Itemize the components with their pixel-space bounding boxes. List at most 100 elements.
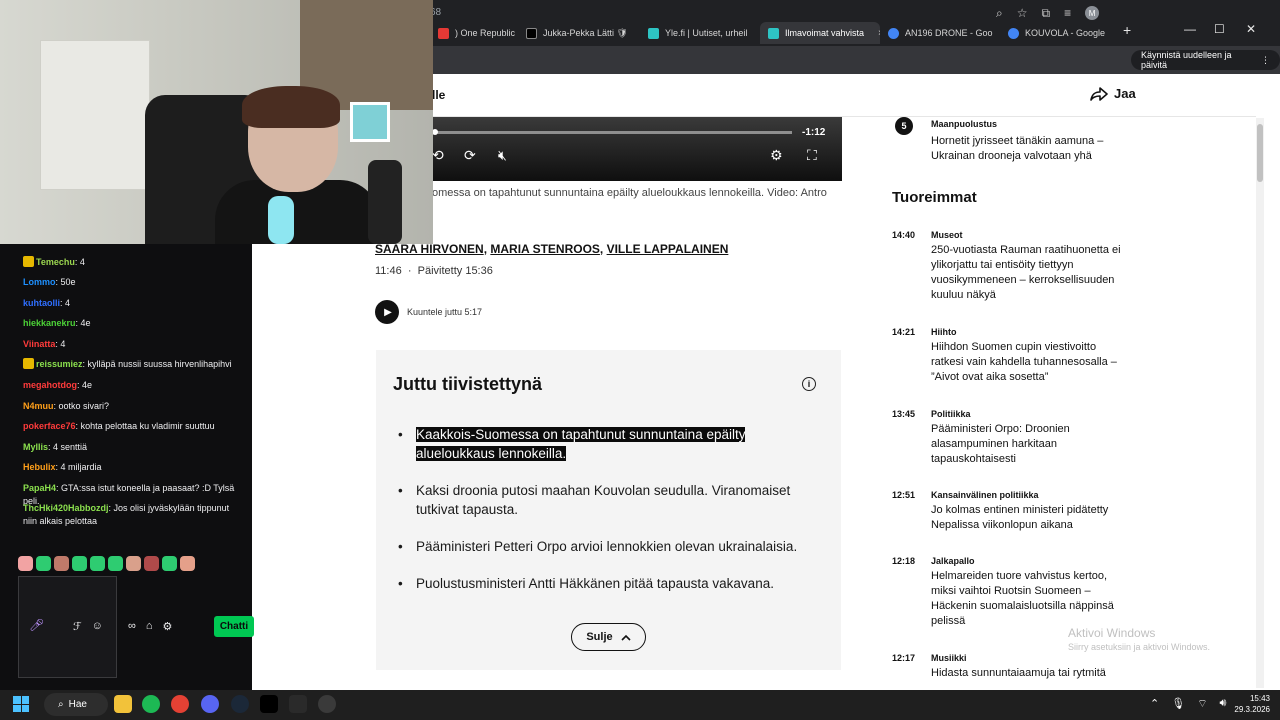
browser-tab[interactable]: KOUVOLA - Google × (1000, 22, 1118, 44)
tray-mic-icon[interactable]: 🎙︎ (1171, 697, 1185, 711)
chat-username[interactable]: N4muu (23, 401, 54, 411)
tab-title: Yle.fi | Uutiset, urheil (665, 28, 748, 38)
chat-username[interactable]: pokerface76 (23, 421, 76, 431)
windows-start-icon[interactable] (13, 696, 29, 712)
chat-username[interactable]: megahotdog (23, 380, 77, 390)
chat-username[interactable]: hiekkanekru (23, 318, 76, 328)
author-link[interactable]: SAARA HIRVONEN (375, 242, 484, 256)
chat-settings-icon[interactable]: ⚙ (163, 620, 173, 633)
clock-date: 29.3.2026 (1234, 705, 1270, 714)
chat-message: hiekkanekru: 4e (23, 317, 243, 330)
store-icon[interactable]: ⌂ (146, 620, 153, 633)
chat-message: pokerface76: kohta pelottaa ku vladimir … (23, 420, 243, 433)
x-app-icon[interactable] (260, 695, 278, 713)
maximize-button[interactable]: ☐ (1214, 22, 1225, 36)
chat-username[interactable]: Lommo (23, 277, 56, 287)
author-link[interactable]: MARIA STENROOS (490, 242, 600, 256)
emote-icon[interactable] (36, 556, 51, 571)
new-tab-button[interactable]: + (1123, 22, 1131, 38)
rl-app-icon[interactable] (289, 695, 307, 713)
steam-icon[interactable] (231, 695, 249, 713)
chat-username[interactable]: PapaH4 (23, 483, 56, 493)
emote-icon[interactable] (126, 556, 141, 571)
emote-icon[interactable] (108, 556, 123, 571)
author-link[interactable]: VILLE LAPPALAINEN (607, 242, 729, 256)
author-byline: SAARA HIRVONEN, MARIA STENROOS, VILLE LA… (375, 242, 728, 256)
chat-username[interactable]: reissumiez (36, 359, 83, 369)
taskbar-clock[interactable]: 15:43 29.3.2026 (1230, 693, 1270, 715)
chat-username[interactable]: kuhtaolli (23, 298, 60, 308)
news-category: Hiihto (931, 327, 957, 337)
extensions-icon[interactable]: ⧉ (1042, 6, 1051, 21)
zoom-icon[interactable]: ⌕ (996, 6, 1003, 21)
rewind-10-icon[interactable]: ⟲ (432, 147, 444, 164)
page-scrollbar-thumb[interactable] (1257, 124, 1263, 182)
obs-icon[interactable] (318, 695, 336, 713)
forward-10-icon[interactable]: ⟳ (464, 147, 476, 164)
volume-icon[interactable]: 🔊︎ (1220, 697, 1227, 711)
file-explorer-icon[interactable] (114, 695, 132, 713)
video-progress-bar[interactable] (434, 131, 792, 134)
summary-item: Puolustusministeri Antti Häkkänen pitää … (398, 574, 828, 593)
tab-close-icon[interactable]: × (870, 28, 880, 39)
chat-text: ootko sivari? (58, 401, 110, 411)
chrome-icon[interactable] (171, 695, 189, 713)
search-icon: ⌕ (58, 699, 64, 710)
emote-icon[interactable] (180, 556, 195, 571)
media-controls-icon[interactable]: ≡ (1064, 6, 1071, 21)
tab-close-icon[interactable]: × (634, 28, 638, 39)
tab-favicon-icon (648, 27, 659, 39)
translate-icon[interactable]: ℱ (73, 620, 82, 633)
close-window-button[interactable]: ✕ (1246, 22, 1256, 36)
browser-tab[interactable]: Yle.fi | Uutiset, urheil × (640, 22, 760, 44)
listen-button[interactable]: ▶ Kuuntele juttu 5:17 (375, 300, 482, 324)
chat-username[interactable]: Myllis (23, 442, 48, 452)
restart-update-button[interactable]: Käynnistä uudelleen ja päivitä ⋮ (1131, 50, 1280, 70)
chat-username[interactable]: ThcHki420Habbozdj (23, 503, 109, 513)
menu-dots-icon[interactable]: ⋮ (1261, 55, 1270, 66)
tab-title: Jukka-Pekka Lätti 🛡 (543, 27, 628, 38)
close-summary-button[interactable]: Sulje (571, 623, 646, 651)
wifi-icon[interactable]: ⌔ (1197, 697, 1207, 711)
emote-icon[interactable] (144, 556, 159, 571)
fullscreen-icon[interactable]: ⛶ (807, 147, 817, 164)
emote-icon[interactable] (72, 556, 87, 571)
tab-close-icon[interactable]: × (753, 28, 760, 39)
chat-username[interactable]: Temechu (36, 257, 75, 267)
settings-gear-icon[interactable]: ⚙ (770, 147, 783, 164)
bookmark-star-icon[interactable]: ☆ (1017, 6, 1028, 21)
windows-taskbar (0, 690, 1280, 720)
updated-time: Päivitetty 15:36 (417, 265, 493, 277)
most-read-title[interactable]: Hornetit jyrisseet tänäkin aamuna – Ukra… (931, 134, 1131, 164)
spotify-icon[interactable] (142, 695, 160, 713)
emote-icon[interactable] (54, 556, 69, 571)
back-link[interactable]: lle (432, 88, 445, 102)
emote-icon[interactable] (18, 556, 33, 571)
browser-tab[interactable]: Jukka-Pekka Lätti 🛡 × (518, 22, 638, 44)
taskbar-search[interactable]: ⌕ Hae (44, 693, 108, 716)
mute-icon[interactable]: 🔇︎ (498, 147, 507, 164)
page-scrollbar[interactable] (1256, 118, 1264, 688)
minimize-button[interactable]: — (1184, 22, 1196, 36)
points-icon[interactable]: ∞ (128, 620, 136, 633)
chat-username[interactable]: Hebulix (23, 462, 56, 472)
browser-tab-active[interactable]: Ilmavoimat vahvista × (760, 22, 880, 44)
emote-icon[interactable] (162, 556, 177, 571)
info-icon[interactable]: i (802, 377, 816, 391)
emoji-icon[interactable]: ☺ (92, 620, 103, 633)
emote-icon[interactable] (90, 556, 105, 571)
news-title: Jo kolmas entinen ministeri pidätetty Ne… (931, 504, 1109, 531)
chat-username[interactable]: Viinatta (23, 339, 55, 349)
discord-icon[interactable] (201, 695, 219, 713)
chat-text: 4 (65, 298, 71, 308)
microphone-icon[interactable]: 🎤︎ (29, 618, 44, 632)
tray-chevron-up-icon[interactable]: ⌃ (1150, 697, 1159, 711)
browser-tab[interactable]: AN196 DRONE - Goo × (880, 22, 1000, 44)
browser-tab[interactable]: ) One Republic × (430, 22, 516, 44)
tab-close-icon[interactable]: × (1111, 28, 1118, 39)
profile-avatar[interactable]: M (1085, 6, 1100, 20)
emote-bar (18, 556, 195, 571)
share-button[interactable]: Jaa (1090, 86, 1136, 101)
chat-send-button[interactable]: Chatti (214, 616, 254, 637)
listen-label: Kuuntele juttu 5:17 (407, 307, 483, 317)
